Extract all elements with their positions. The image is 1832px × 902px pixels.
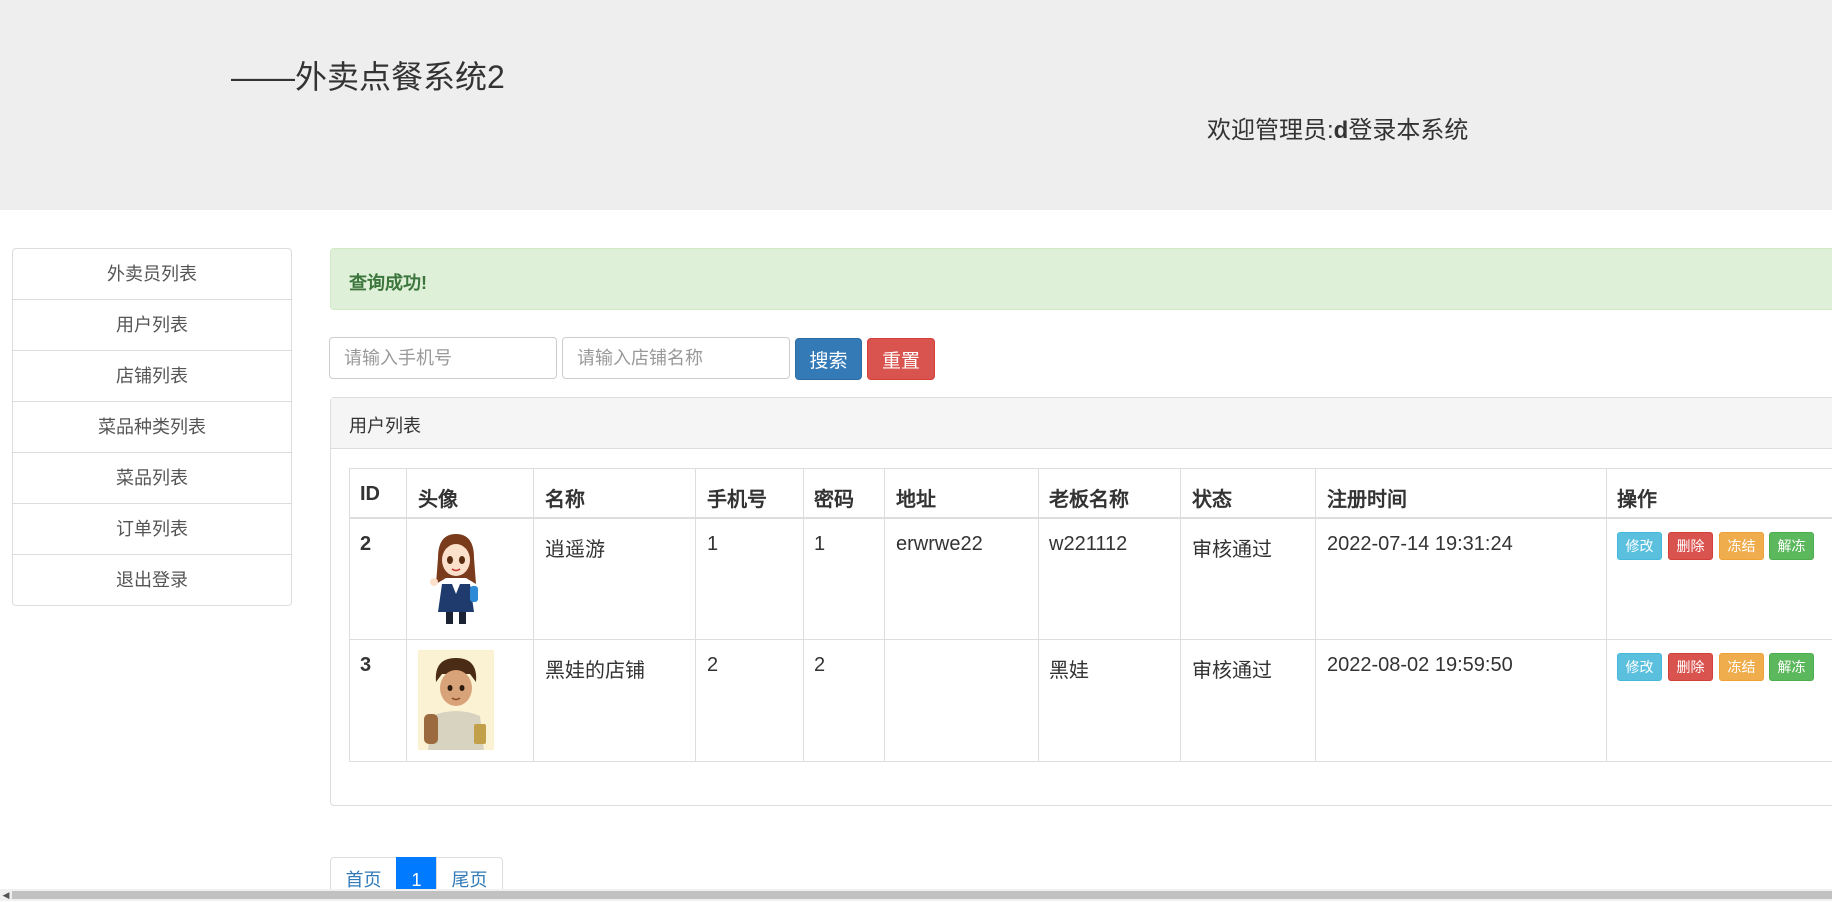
success-alert: 查询成功! [330, 248, 1832, 310]
column-header-name: 名称 [545, 489, 585, 511]
sidebar-item-user-list[interactable]: 用户列表 [13, 299, 291, 350]
row-1-status: 审核通过 [1192, 539, 1272, 561]
sidebar-item-shop-list[interactable]: 店铺列表 [13, 350, 291, 401]
sidebar-item-order-list[interactable]: 订单列表 [13, 503, 291, 554]
row-2-registered: 2022-08-02 19:59:50 [1327, 654, 1513, 676]
girl-avatar-image [418, 528, 494, 628]
row-1-freeze-button[interactable]: 冻结 [1719, 532, 1764, 560]
row-1-address: erwrwe22 [896, 533, 983, 555]
row-2-edit-button[interactable]: 修改 [1617, 653, 1662, 681]
column-header-id: ID [360, 483, 380, 505]
row-2-delete-button[interactable]: 删除 [1668, 653, 1713, 681]
column-header-owner: 老板名称 [1049, 489, 1129, 511]
row-1-edit-button[interactable]: 修改 [1617, 532, 1662, 560]
phone-search-input[interactable] [329, 337, 557, 379]
column-divider [884, 468, 885, 762]
row-1-delete-button[interactable]: 删除 [1668, 532, 1713, 560]
table-row-divider [349, 639, 1832, 640]
column-divider [1606, 468, 1607, 762]
welcome-message: 欢迎管理员:d登录本系统 [1207, 110, 1468, 145]
row-2-name: 黑娃的店铺 [545, 660, 645, 682]
row-2-owner: 黑娃 [1049, 660, 1089, 682]
shop-name-search-input[interactable] [562, 337, 790, 379]
column-divider [1315, 468, 1316, 762]
column-header-password: 密码 [814, 489, 854, 511]
alert-message: 查询成功! [349, 273, 427, 293]
row-2-id: 3 [360, 654, 372, 676]
column-header-status: 状态 [1192, 489, 1232, 511]
column-header-actions: 操作 [1617, 489, 1657, 511]
row-1-registered: 2022-07-14 19:31:24 [1327, 533, 1513, 555]
row-2-unfreeze-button[interactable]: 解冻 [1769, 653, 1814, 681]
column-header-phone: 手机号 [707, 489, 767, 511]
sidebar-item-courier-list[interactable]: 外卖员列表 [13, 249, 291, 299]
search-button[interactable]: 搜索 [795, 338, 862, 380]
sidebar-item-dish-list[interactable]: 菜品列表 [13, 452, 291, 503]
panel-heading: 用户列表 [331, 398, 1832, 449]
row-2-password: 2 [814, 654, 826, 676]
header: ——外卖点餐系统2 欢迎管理员:d登录本系统 [0, 0, 1832, 210]
scrollbar-thumb[interactable] [12, 891, 1832, 899]
column-header-registered: 注册时间 [1327, 489, 1407, 511]
column-divider [533, 468, 534, 762]
row-1-password: 1 [814, 533, 826, 555]
row-2-phone: 2 [707, 654, 719, 676]
app-title: ——外卖点餐系统2 [231, 59, 505, 95]
sidebar-menu: 外卖员列表 用户列表 店铺列表 菜品种类列表 菜品列表 订单列表 退出登录 [12, 248, 292, 606]
column-divider [1180, 468, 1181, 762]
row-1-unfreeze-button[interactable]: 解冻 [1769, 532, 1814, 560]
row-1-owner: w221112 [1049, 533, 1128, 555]
row-1-name: 逍遥游 [545, 539, 605, 561]
sidebar-item-dish-category-list[interactable]: 菜品种类列表 [13, 401, 291, 452]
row-1-phone: 1 [707, 533, 719, 555]
table-header-divider [349, 517, 1832, 519]
welcome-prefix: 欢迎管理员: [1207, 117, 1334, 144]
column-divider [695, 468, 696, 762]
scroll-left-arrow-icon[interactable]: ◀ [0, 889, 12, 901]
reset-button[interactable]: 重置 [867, 338, 935, 380]
boy-avatar-image [418, 650, 494, 750]
column-header-avatar: 头像 [418, 489, 458, 511]
admin-name: d [1333, 117, 1349, 144]
row-2-status: 审核通过 [1192, 660, 1272, 682]
sidebar-item-logout[interactable]: 退出登录 [13, 554, 291, 605]
welcome-suffix: 登录本系统 [1348, 117, 1469, 144]
row-2-freeze-button[interactable]: 冻结 [1719, 653, 1764, 681]
column-divider [406, 468, 407, 762]
row-1-id: 2 [360, 533, 372, 555]
column-header-address: 地址 [896, 489, 936, 511]
horizontal-scrollbar[interactable]: ◀ [0, 889, 1832, 901]
panel-title: 用户列表 [349, 416, 421, 436]
column-divider [1038, 468, 1039, 762]
user-table [349, 468, 1832, 762]
column-divider [803, 468, 804, 762]
